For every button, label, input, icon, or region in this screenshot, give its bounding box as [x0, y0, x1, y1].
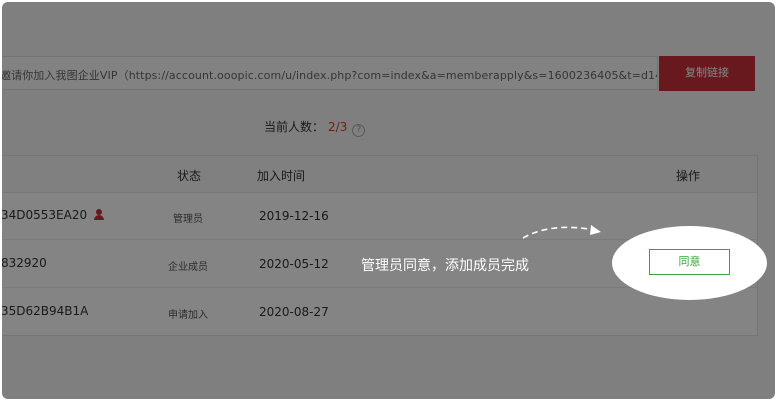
screenshot-frame: 邀请你加入我图企业VIP（https://account.ooopic.com/…: [2, 2, 775, 399]
tip-caption: 管理员同意，添加成员完成: [361, 258, 529, 274]
pointer-arrow-icon: [522, 225, 601, 239]
dim-overlay: [2, 2, 775, 399]
agree-button[interactable]: 同意: [649, 249, 730, 275]
